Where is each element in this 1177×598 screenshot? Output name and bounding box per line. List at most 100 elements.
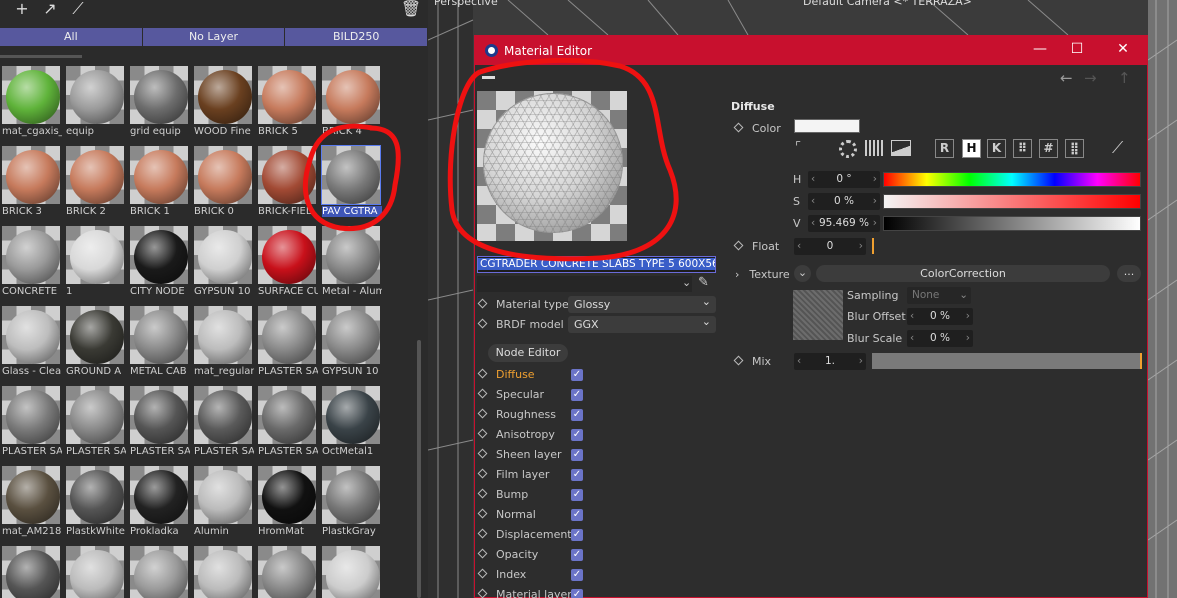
back-arrow-icon[interactable]: ← xyxy=(1060,69,1073,87)
blur-scale-field[interactable]: ‹ 0 % › xyxy=(907,330,973,347)
texture-more-button[interactable]: ... xyxy=(1117,265,1141,282)
material-tile[interactable]: PLASTER SA xyxy=(128,384,190,462)
material-tile[interactable] xyxy=(256,544,318,598)
keyframe-icon[interactable] xyxy=(477,488,488,499)
channel-row[interactable]: Specular xyxy=(477,386,544,404)
material-tile[interactable] xyxy=(64,544,126,598)
material-tile[interactable]: WOOD Fine xyxy=(192,64,254,142)
close-icon[interactable]: ✕ xyxy=(1113,41,1133,59)
color-wheel-icon[interactable] xyxy=(839,140,857,158)
blur-offset-field[interactable]: ‹ 0 % › xyxy=(907,308,973,325)
material-tile[interactable]: OctMetal1 xyxy=(320,384,382,462)
node-editor-button[interactable]: Node Editor xyxy=(488,344,568,362)
material-tile[interactable]: BRICK 2 xyxy=(64,144,126,222)
keyframe-icon[interactable] xyxy=(477,368,488,379)
filter-tab-all[interactable]: All xyxy=(0,28,143,46)
channel-checkbox[interactable]: ✓ xyxy=(571,369,583,381)
keyframe-icon[interactable] xyxy=(477,468,488,479)
material-tile[interactable]: Metal - Alum xyxy=(320,224,382,302)
channel-label[interactable]: Roughness xyxy=(496,408,556,421)
keyframe-icon[interactable] xyxy=(733,122,744,133)
material-tile[interactable]: CITY NODE xyxy=(128,224,190,302)
channel-row[interactable]: Opacity xyxy=(477,546,538,564)
mix-field[interactable]: ‹ 1. › xyxy=(794,353,866,370)
material-tile[interactable]: BRICK 4 xyxy=(320,64,382,142)
material-tile[interactable]: PLASTER SA xyxy=(192,384,254,462)
s-field[interactable]: ‹ 0 % › xyxy=(808,193,880,210)
channel-checkbox[interactable]: ✓ xyxy=(571,549,583,561)
channel-row[interactable]: Film layer xyxy=(477,466,549,484)
maximize-icon[interactable]: ☐ xyxy=(1067,41,1087,59)
menu-icon[interactable] xyxy=(482,76,495,79)
material-tile[interactable]: BRICK 3 xyxy=(0,144,62,222)
channel-checkbox[interactable]: ✓ xyxy=(571,529,583,541)
eyedropper-icon[interactable]: ⟋ xyxy=(64,0,92,20)
color-mode-button[interactable]: K xyxy=(987,139,1006,158)
float-slider-marker[interactable] xyxy=(872,238,874,254)
material-tile[interactable]: Alumin xyxy=(192,464,254,542)
material-tile[interactable]: BRICK 5 xyxy=(256,64,318,142)
browser-scrollbar-v[interactable] xyxy=(417,340,421,598)
channel-row[interactable]: Sheen layer xyxy=(477,446,562,464)
material-tile[interactable]: Glass - Clea xyxy=(0,304,62,382)
color-mode-button[interactable]: R xyxy=(935,139,954,158)
filter-tab-no-layer[interactable]: No Layer xyxy=(142,28,286,46)
chevron-down-icon[interactable]: ⌄ xyxy=(682,276,691,289)
material-tile[interactable]: 1 xyxy=(64,224,126,302)
filter-tab-bild250[interactable]: BILD250 xyxy=(285,28,429,46)
material-tile[interactable]: BRICK 1 xyxy=(128,144,190,222)
keyframe-icon[interactable] xyxy=(733,240,744,251)
channel-label[interactable]: Material layer xyxy=(496,588,572,598)
channel-label[interactable]: Sheen layer xyxy=(496,448,562,461)
keyframe-icon[interactable] xyxy=(477,298,488,309)
add-icon[interactable]: + xyxy=(8,0,36,20)
keyframe-icon[interactable] xyxy=(477,528,488,539)
eyedropper-icon[interactable]: ⟋ xyxy=(1112,138,1123,158)
v-field[interactable]: ‹ 95.469 % › xyxy=(808,215,880,232)
mix-slider[interactable] xyxy=(872,353,1142,369)
texture-thumbnail[interactable] xyxy=(793,290,843,340)
channel-checkbox[interactable]: ✓ xyxy=(571,449,583,461)
channel-row[interactable]: Diffuse xyxy=(477,366,535,384)
material-tile[interactable]: PAV CGTRA xyxy=(320,144,382,222)
material-tile[interactable]: PlastkGray xyxy=(320,464,382,542)
channel-checkbox[interactable]: ✓ xyxy=(571,509,583,521)
image-icon[interactable] xyxy=(891,140,911,156)
channel-checkbox[interactable]: ✓ xyxy=(571,489,583,501)
material-tile[interactable]: GYPSUN 10 xyxy=(320,304,382,382)
material-tile[interactable]: PlastkWhite xyxy=(64,464,126,542)
browser-scrollbar-h[interactable] xyxy=(0,55,82,58)
color-mode-button[interactable]: H xyxy=(962,139,981,158)
keyframe-icon[interactable] xyxy=(477,448,488,459)
channel-label[interactable]: Displacement xyxy=(496,528,572,541)
sampling-select[interactable]: None ⌄ xyxy=(907,287,971,304)
material-tile[interactable]: BRICK 0 xyxy=(192,144,254,222)
forward-arrow-icon[interactable]: → xyxy=(1084,69,1097,87)
material-tile[interactable]: PLASTER SA xyxy=(256,384,318,462)
material-tile[interactable]: Prokladka xyxy=(128,464,190,542)
channel-row[interactable]: Displacement xyxy=(477,526,572,544)
material-tile[interactable]: grid equip xyxy=(128,64,190,142)
keyframe-icon[interactable] xyxy=(477,388,488,399)
material-tile[interactable]: mat_AM218 xyxy=(0,464,62,542)
texture-shader-button[interactable]: ColorCorrection xyxy=(816,265,1110,282)
material-tile[interactable]: METAL CAB xyxy=(128,304,190,382)
material-tile[interactable]: PLASTER SA xyxy=(256,304,318,382)
hue-slider[interactable] xyxy=(883,172,1141,187)
keyframe-icon[interactable] xyxy=(477,548,488,559)
material-tile[interactable]: GROUND A xyxy=(64,304,126,382)
pen-icon[interactable]: ✎ xyxy=(698,275,709,290)
keyframe-icon[interactable] xyxy=(477,318,488,329)
float-field[interactable]: ‹ 0 › xyxy=(794,238,866,255)
h-field[interactable]: ‹ 0 ° › xyxy=(808,171,880,188)
channel-checkbox[interactable]: ✓ xyxy=(571,469,583,481)
channel-label[interactable]: Bump xyxy=(496,488,528,501)
material-tile[interactable]: PLASTER SA xyxy=(64,384,126,462)
keyframe-icon[interactable] xyxy=(477,568,488,579)
channel-label[interactable]: Normal xyxy=(496,508,536,521)
material-tile[interactable]: HromMat xyxy=(256,464,318,542)
viewport-camera-label[interactable]: Default Camera <* TERRAZA> xyxy=(803,0,972,8)
expand-corner-icon[interactable]: ⌜ xyxy=(795,140,801,155)
material-tile[interactable] xyxy=(128,544,190,598)
channel-row[interactable]: Material layer xyxy=(477,586,572,598)
